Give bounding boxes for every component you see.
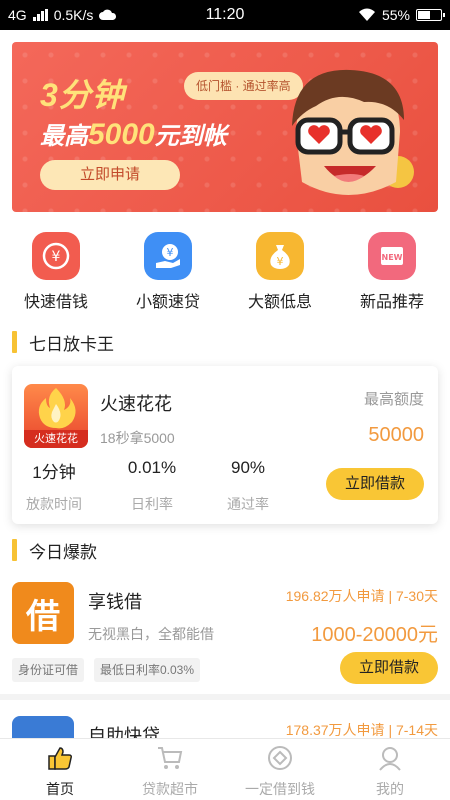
section-accent-bar — [12, 331, 17, 353]
stat-value-payout-time: 1分钟 — [32, 463, 76, 482]
quick-nav-item-fast-loan[interactable]: ¥ 快速借钱 — [6, 232, 106, 312]
product-apply-button[interactable]: 立即借款 — [340, 652, 438, 684]
quick-nav-label: 快速借钱 — [23, 294, 88, 311]
product-logo: 借 — [12, 582, 74, 644]
tab-label: 我的 — [376, 781, 404, 797]
max-amount-value: 50000 — [368, 424, 424, 446]
product-logo — [12, 716, 74, 738]
quick-nav: ¥ 快速借钱 ¥ 小额速贷 ¥ 大额低息 NEW 新品推荐 — [0, 232, 450, 318]
cart-icon — [155, 743, 185, 773]
featured-product-name: 火速花花 — [100, 394, 172, 414]
featured-product-card[interactable]: 火速花花 火速花花 18秒拿5000 最高额度 50000 1分钟 0.01% … — [12, 366, 438, 524]
thumbs-up-icon — [45, 743, 75, 773]
user-icon — [375, 743, 405, 773]
stat-value-approval-rate: 90% — [230, 458, 266, 477]
max-amount-label: 最高额度 — [363, 391, 424, 408]
quick-nav-item-new-products[interactable]: NEW 新品推荐 — [342, 232, 442, 312]
banner-title: 3分钟 — [40, 77, 125, 113]
product-item[interactable]: 借 享钱借 无视黑白，全都能借 196.82万人申请 | 7-30天 1000-… — [0, 582, 450, 692]
featured-apply-button[interactable]: 立即借款 — [326, 468, 424, 500]
tab-loan-market[interactable]: 贷款超市 — [114, 743, 226, 799]
yuan-lightning-icon: ¥ — [32, 232, 80, 280]
svg-text:NEW: NEW — [382, 253, 403, 262]
quick-nav-item-small-loan[interactable]: ¥ 小额速贷 — [118, 232, 218, 312]
product-amount-range: 1000-20000元 — [311, 624, 438, 646]
stat-value-daily-rate: 0.01% — [127, 458, 177, 477]
product-item[interactable]: 自助快贷 178.37万人申请 | 7-14天 — [0, 714, 450, 738]
featured-product-logo: 火速花花 — [24, 384, 88, 448]
battery-icon — [416, 9, 445, 21]
product-name: 享钱借 — [88, 592, 142, 612]
money-bag-icon: ¥ — [256, 232, 304, 280]
promo-banner[interactable]: 3分钟 最高5000元到帐 低门槛 · 通过率高 立即申请 — [12, 42, 438, 212]
yuan-hand-icon: ¥ — [144, 232, 192, 280]
svg-text:¥: ¥ — [277, 255, 284, 268]
new-card-icon: NEW — [368, 232, 416, 280]
tab-home[interactable]: 首页 — [4, 743, 116, 799]
stat-label-approval-rate: 通过率 — [227, 496, 269, 512]
stat-label-payout-time: 放款时间 — [26, 496, 82, 512]
section-title-today: 今日爆款 — [12, 538, 97, 562]
svg-text:¥: ¥ — [167, 246, 174, 259]
section-title-weekly: 七日放卡王 — [12, 330, 114, 354]
tab-profile[interactable]: 我的 — [334, 743, 446, 799]
diamond-circle-icon — [265, 743, 295, 773]
banner-apply-button[interactable]: 立即申请 — [40, 160, 180, 190]
flame-icon — [38, 388, 76, 429]
quick-nav-item-large-loan[interactable]: ¥ 大额低息 — [230, 232, 330, 312]
product-meta: 178.37万人申请 | 7-14天 — [285, 722, 438, 738]
product-tag: 身份证可借 — [12, 658, 85, 682]
tab-label: 贷款超市 — [142, 781, 198, 797]
quick-nav-label: 大额低息 — [247, 294, 312, 311]
mascot-illustration — [292, 69, 414, 195]
section-accent-bar — [12, 539, 17, 561]
product-tag: 最低日利率0.03% — [94, 658, 201, 682]
product-name: 自助快贷 — [88, 726, 160, 738]
svg-text:¥: ¥ — [52, 249, 61, 265]
product-description: 无视黑白，全都能借 — [88, 626, 214, 642]
tab-guaranteed-loan[interactable]: 一定借到钱 — [224, 743, 336, 799]
wifi-icon — [358, 8, 375, 21]
status-bar: 4G 0.5K/s 11:20 55% — [0, 0, 450, 30]
divider — [0, 694, 450, 700]
product-meta: 196.82万人申请 | 7-30天 — [285, 588, 438, 604]
stat-label-daily-rate: 日利率 — [131, 496, 173, 512]
quick-nav-label: 小额速贷 — [135, 294, 200, 311]
battery-percent: 55% — [381, 7, 410, 23]
bottom-tab-bar: 首页 贷款超市 一定借到钱 我的 — [0, 738, 450, 800]
featured-product-subtitle: 18秒拿5000 — [100, 430, 175, 446]
tab-label: 一定借到钱 — [245, 781, 315, 797]
tab-label: 首页 — [46, 781, 74, 797]
quick-nav-label: 新品推荐 — [359, 294, 424, 311]
banner-subtitle: 最高5000元到帐 — [40, 118, 227, 151]
